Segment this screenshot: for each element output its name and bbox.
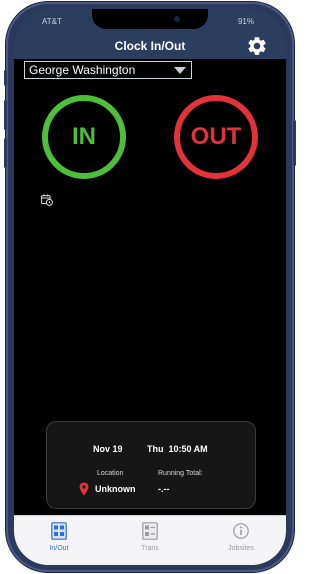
notch (92, 9, 208, 29)
silent-switch (4, 70, 7, 86)
clock-card-icon (51, 522, 67, 540)
gear-icon (248, 37, 266, 55)
calendar-clock-icon (41, 194, 53, 206)
clock-out-label: OUT (190, 123, 242, 150)
volume-down-button (4, 138, 7, 168)
settings-button[interactable] (246, 35, 268, 57)
app-screen: AT&T 91% Clock In/Out George Washington … (14, 9, 286, 565)
location-label: Location (97, 470, 124, 477)
clock-info-card: Nov 19 Thu 10:50 AM Location Unknown Run… (46, 421, 256, 509)
battery-label: 91% (237, 17, 254, 26)
list-card-icon (142, 522, 158, 540)
info-icon (233, 523, 249, 539)
current-date: Nov 19 (93, 444, 123, 454)
employee-select[interactable]: George Washington (24, 61, 192, 79)
running-total-value: -.-- (158, 484, 170, 494)
carrier-label: AT&T (42, 17, 62, 26)
tab-jobsites-label: Jobsites (228, 545, 254, 552)
volume-up-button (4, 100, 7, 130)
location-pin-icon (79, 482, 89, 496)
tab-in-out-label: In/Out (49, 545, 69, 552)
employee-select-value: George Washington (29, 63, 136, 77)
tab-jobsites[interactable]: Jobsites (196, 516, 286, 565)
navigation-bar: Clock In/Out (14, 33, 286, 59)
tab-bar: In/Out Trans Jobsites (14, 515, 286, 565)
power-button (293, 120, 296, 166)
clock-in-button[interactable]: IN (42, 95, 126, 179)
current-day-time: Thu 10:50 AM (147, 444, 208, 454)
running-total-label: Running Total: (158, 470, 203, 477)
tab-trans[interactable]: Trans (105, 516, 195, 565)
chevron-down-icon (174, 67, 186, 74)
tab-in-out[interactable]: In/Out (14, 516, 104, 565)
location-value: Unknown (95, 484, 136, 494)
camera-icon (174, 16, 180, 22)
clock-out-button[interactable]: OUT (174, 95, 258, 179)
clock-in-label: IN (72, 123, 96, 150)
tab-trans-label: Trans (141, 545, 159, 552)
history-button[interactable] (41, 193, 53, 206)
